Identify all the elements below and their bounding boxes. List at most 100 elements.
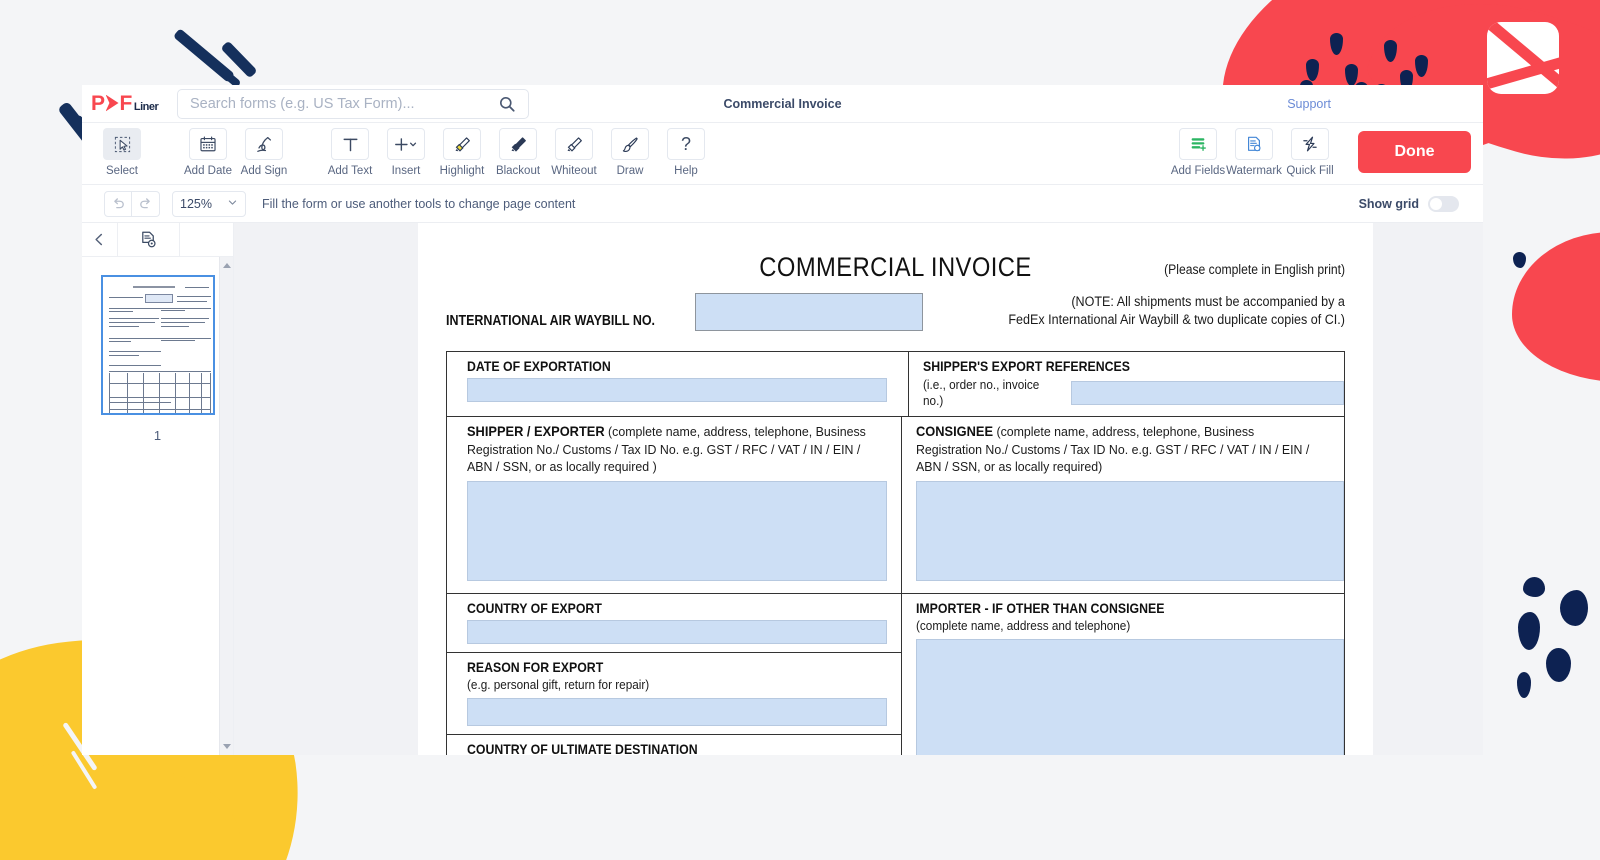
- tool-add-sign-label: Add Sign: [240, 165, 288, 177]
- tool-watermark[interactable]: Watermark: [1226, 128, 1282, 177]
- show-grid-label: Show grid: [1358, 196, 1419, 211]
- page-settings-icon: [142, 231, 156, 248]
- tool-add-text[interactable]: Add Text: [322, 128, 378, 177]
- invoice-table: DATE OF EXPORTATION SHIPPER'S EXPORT REF…: [446, 351, 1345, 755]
- table-row: COUNTRY OF EXPORT REASON FOR EXPORT (e.g…: [447, 594, 1344, 755]
- editor-hint-text: Fill the form or use another tools to ch…: [262, 196, 576, 211]
- country-of-export-label: COUNTRY OF EXPORT: [467, 600, 602, 617]
- tool-insert[interactable]: Insert: [378, 128, 434, 177]
- sidebar-scrollbar[interactable]: [219, 257, 233, 755]
- tool-whiteout-label: Whiteout: [551, 165, 597, 177]
- chevron-down-icon: [227, 195, 238, 213]
- scroll-down-arrow-icon: [223, 744, 231, 749]
- shippers-export-references-sub: (i.e., order no., invoice no.): [923, 378, 1040, 408]
- undo-button[interactable]: [104, 190, 132, 217]
- shipper-exporter-input[interactable]: [467, 481, 887, 582]
- date-of-exportation-label: DATE OF EXPORTATION: [467, 358, 611, 374]
- decorative-drop: [1306, 59, 1319, 81]
- decorative-red-blob-right: [1512, 232, 1600, 382]
- support-link[interactable]: Support: [1287, 97, 1331, 111]
- table-row: SHIPPER / EXPORTER (complete name, addre…: [447, 417, 1344, 595]
- done-button[interactable]: Done: [1358, 131, 1471, 173]
- tool-help[interactable]: ? Help: [658, 128, 714, 177]
- decorative-brush-stroke: [172, 28, 236, 83]
- importer-label: IMPORTER - IF OTHER THAN CONSIGNEE: [916, 600, 1165, 617]
- pdfliner-logo[interactable]: P F Liner: [91, 92, 171, 116]
- whiteout-brush-icon: [555, 128, 593, 160]
- lightning-bolt-icon: [1291, 128, 1329, 160]
- consignee-input[interactable]: [916, 481, 1344, 582]
- importer-input[interactable]: [916, 639, 1344, 755]
- cell-country-of-ultimate-destination: COUNTRY OF ULTIMATE DESTINATION: [447, 735, 901, 755]
- redo-button[interactable]: [132, 190, 160, 217]
- air-waybill-row: INTERNATIONAL AIR WAYBILL NO. (NOTE: All…: [446, 293, 1345, 345]
- toolbar-right-group: Add Fields Watermark Quick Fill Done: [1170, 128, 1471, 177]
- tool-quick-fill[interactable]: Quick Fill: [1282, 128, 1338, 177]
- page-settings-button[interactable]: [118, 222, 180, 257]
- country-of-export-input[interactable]: [467, 620, 887, 645]
- tool-add-fields[interactable]: Add Fields: [1170, 128, 1226, 177]
- calendar-icon: [189, 128, 227, 160]
- tool-whiteout[interactable]: Whiteout: [546, 128, 602, 177]
- zoom-value: 125%: [180, 196, 212, 211]
- shippers-export-references-input[interactable]: [1071, 381, 1344, 405]
- tool-watermark-label: Watermark: [1226, 165, 1282, 177]
- tool-add-date[interactable]: Add Date: [180, 128, 236, 177]
- english-print-note: (Please complete in English print): [1164, 262, 1345, 277]
- add-fields-icon: [1179, 128, 1217, 160]
- country-of-ultimate-destination-label: COUNTRY OF ULTIMATE DESTINATION: [467, 741, 698, 755]
- decorative-navy-blob: [1518, 612, 1540, 650]
- tool-blackout-label: Blackout: [495, 165, 541, 177]
- decorative-drop: [1415, 55, 1428, 77]
- show-grid-toggle[interactable]: [1428, 195, 1459, 212]
- consignee-caption: CONSIGNEE: [916, 424, 994, 439]
- blackout-brush-icon: [499, 128, 537, 160]
- air-waybill-note-line-2: FedEx International Air Waybill & two du…: [1008, 312, 1345, 328]
- reason-for-export-input[interactable]: [467, 698, 887, 727]
- date-of-exportation-input[interactable]: [467, 378, 887, 402]
- consignee-label: CONSIGNEE (complete name, address, telep…: [916, 423, 1314, 475]
- decorative-drop: [1330, 33, 1343, 55]
- text-t-icon: [331, 128, 369, 160]
- decorative-navy-blob: [1546, 648, 1571, 682]
- redo-arrow-icon: [140, 198, 150, 209]
- decorative-brush-stroke: [190, 43, 242, 89]
- tool-highlight[interactable]: Highlight: [434, 128, 490, 177]
- zoom-select[interactable]: 125%: [172, 190, 246, 217]
- tool-add-date-label: Add Date: [184, 165, 232, 177]
- air-waybill-input[interactable]: [695, 293, 924, 331]
- screen: P F Liner Commercial Invoice Support: [0, 0, 1600, 860]
- tool-add-sign[interactable]: Add Sign: [236, 128, 292, 177]
- app-header: P F Liner Commercial Invoice Support: [82, 85, 1483, 123]
- decorative-drop: [1345, 64, 1358, 86]
- cursor-select-icon: [103, 128, 141, 160]
- search-icon[interactable]: [499, 96, 515, 112]
- cell-date-of-exportation: DATE OF EXPORTATION: [447, 352, 909, 417]
- tool-select[interactable]: Select: [94, 128, 150, 177]
- air-waybill-note: (NOTE: All shipments must be accompanied…: [1008, 293, 1345, 329]
- thumbnail-sidebar: 1: [82, 222, 234, 755]
- importer-sub: (complete name, address and telephone): [916, 619, 1131, 634]
- thumbnail-list: 1: [82, 257, 233, 443]
- search-input[interactable]: [178, 89, 499, 118]
- pdf-page-1[interactable]: COMMERCIAL INVOICE (Please complete in E…: [418, 223, 1373, 755]
- scroll-up-arrow-icon: [223, 263, 231, 268]
- cell-country-of-export: COUNTRY OF EXPORT: [447, 594, 901, 654]
- tool-blackout[interactable]: Blackout: [490, 128, 546, 177]
- show-grid-control[interactable]: Show grid: [1358, 195, 1459, 212]
- logo-liner-word: Liner: [133, 100, 159, 113]
- cell-consignee: CONSIGNEE (complete name, address, telep…: [902, 417, 1344, 595]
- logo-letter-f: F: [119, 91, 133, 115]
- logo-letter-p: P: [91, 91, 105, 115]
- shippers-export-references-label: SHIPPER'S EXPORT REFERENCES: [923, 358, 1130, 374]
- search-box[interactable]: [177, 88, 529, 119]
- decorative-yellow-slash: [70, 750, 98, 790]
- document-canvas[interactable]: COMMERCIAL INVOICE (Please complete in E…: [234, 223, 1483, 755]
- tool-draw-label: Draw: [616, 165, 644, 177]
- sidebar-collapse-button[interactable]: [82, 222, 118, 257]
- thumbnail-page-number: 1: [153, 428, 162, 443]
- tool-add-text-label: Add Text: [327, 165, 373, 177]
- tool-draw[interactable]: Draw: [602, 128, 658, 177]
- thumbnail-page-1[interactable]: [100, 275, 215, 415]
- shipper-exporter-label: SHIPPER / EXPORTER (complete name, addre…: [467, 423, 869, 475]
